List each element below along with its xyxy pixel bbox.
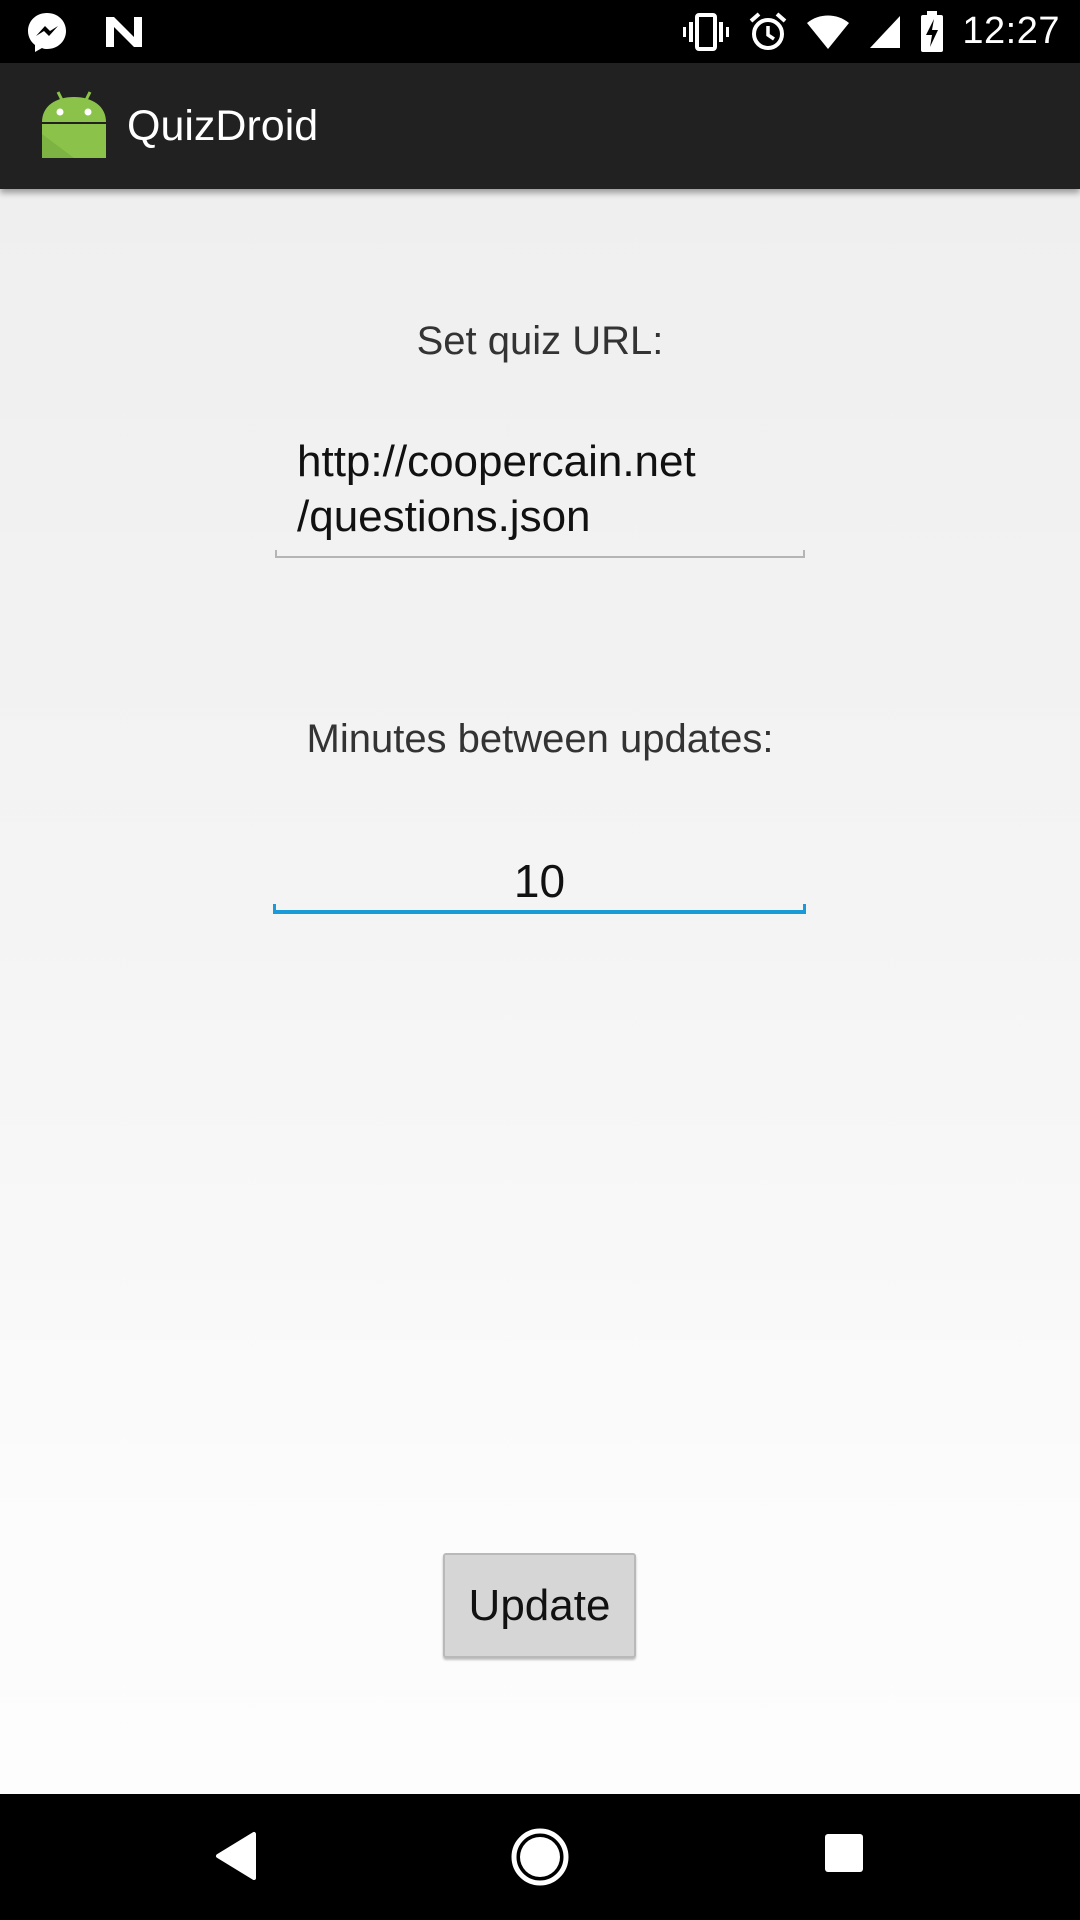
- screen: 12:27 QuizDroid Set quiz URL: http://coo…: [0, 0, 1080, 1920]
- battery-charging-icon: [920, 10, 944, 53]
- settings-form: Set quiz URL: http://coopercain.net /que…: [0, 189, 1080, 1794]
- android-icon: [38, 88, 110, 160]
- url-line-2: /questions.json: [297, 492, 591, 541]
- status-bar: 12:27: [0, 0, 1080, 63]
- url-input[interactable]: http://coopercain.net /questions.json: [275, 434, 805, 558]
- vibrate-icon: [682, 12, 730, 52]
- minutes-input[interactable]: 10: [273, 854, 806, 914]
- url-input-value: http://coopercain.net /questions.json: [297, 434, 797, 544]
- navigation-bar: [0, 1794, 1080, 1920]
- status-clock: 12:27: [962, 10, 1060, 52]
- update-button[interactable]: Update: [443, 1553, 636, 1658]
- status-left-icons: [26, 10, 144, 53]
- recents-icon[interactable]: [823, 1832, 865, 1874]
- minutes-input-value: 10: [513, 855, 566, 907]
- status-right-icons: 12:27: [682, 8, 1060, 55]
- wifi-icon: [806, 14, 850, 50]
- messenger-icon: [26, 11, 68, 53]
- back-icon[interactable]: [214, 1830, 258, 1882]
- n-icon: [104, 15, 144, 49]
- action-bar: QuizDroid: [0, 63, 1080, 189]
- url-label: Set quiz URL:: [416, 319, 664, 363]
- minutes-input-underline: [273, 904, 806, 914]
- minutes-label: Minutes between updates:: [306, 717, 774, 761]
- alarm-icon: [748, 11, 788, 52]
- url-line-1: http://coopercain.net: [297, 437, 696, 486]
- app-title: QuizDroid: [127, 102, 319, 150]
- url-input-underline: [275, 550, 805, 558]
- cell-signal-icon: [868, 14, 902, 50]
- home-icon[interactable]: [510, 1827, 570, 1887]
